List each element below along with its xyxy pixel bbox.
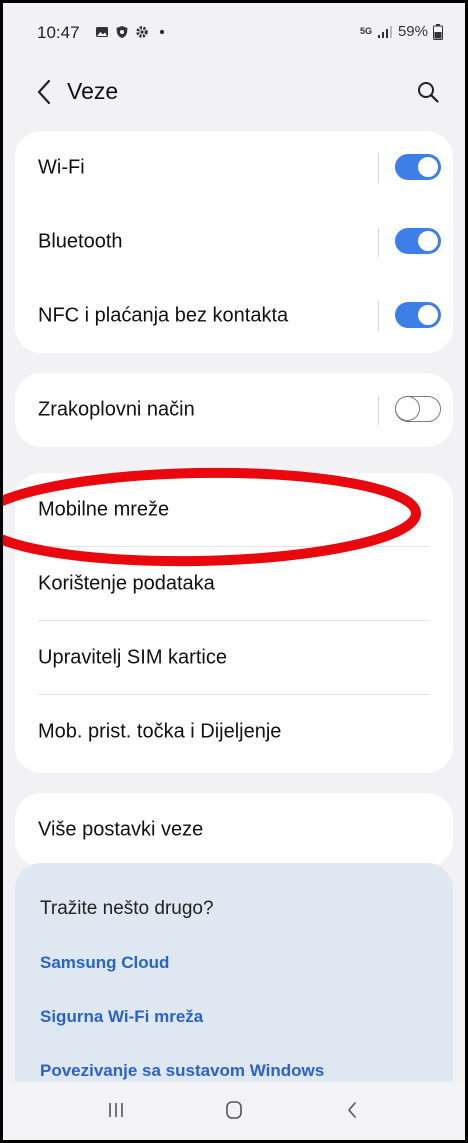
airplane-label: Zrakoplovni način [38, 398, 195, 421]
page-title: Veze [67, 78, 119, 104]
back-button[interactable] [29, 77, 59, 107]
airplane-card: Zrakoplovni način [15, 373, 453, 447]
recent-apps-button[interactable] [96, 1092, 136, 1128]
toggle-knob [416, 303, 440, 327]
back-nav-icon [348, 1102, 356, 1118]
bluetooth-row[interactable]: Bluetooth [15, 205, 453, 279]
nfc-label: NFC i plaćanja bez kontakta [38, 304, 289, 327]
network-card: Mobilne mreže Korištenje podataka Upravi… [15, 473, 453, 773]
wifi-row[interactable]: Wi-Fi [15, 131, 453, 205]
gear-icon [136, 26, 148, 38]
link-secure-wifi[interactable]: Sigurna Wi-Fi mreža [40, 1007, 203, 1027]
more-settings-label: Više postavki veze [38, 818, 204, 841]
toggle-knob [416, 229, 440, 253]
navigation-bar [3, 1082, 465, 1140]
settings-screen: 10:47 5G 59% Veze Wi-Fi Bluetooth NFC i … [3, 3, 465, 1140]
toggle-knob [395, 396, 420, 421]
status-time: 10:47 [37, 23, 80, 42]
row-divider [378, 395, 379, 425]
bluetooth-toggle[interactable] [395, 228, 441, 254]
row-divider [378, 301, 379, 331]
battery-percent: 59% [397, 23, 428, 40]
chevron-left-icon [37, 79, 51, 105]
row-divider [378, 227, 379, 257]
mobile-networks-label: Mobilne mreže [38, 498, 170, 521]
battery-icon [433, 23, 443, 40]
row-divider [378, 153, 379, 183]
status-bar: 10:47 5G 59% [3, 3, 465, 61]
bluetooth-label: Bluetooth [38, 230, 123, 253]
sim-manager-label: Upravitelj SIM kartice [38, 646, 227, 669]
home-icon [226, 1101, 242, 1119]
back-nav-button[interactable] [332, 1092, 372, 1128]
wifi-toggle[interactable] [395, 154, 441, 180]
network-type: 5G [359, 26, 372, 36]
nfc-toggle[interactable] [395, 302, 441, 328]
signal-icon [377, 25, 392, 38]
list-item-hotspot[interactable]: Mob. prist. točka i Dijeljenje [15, 695, 453, 769]
dot-icon [159, 29, 165, 35]
shield-icon [116, 26, 128, 38]
toggle-knob [416, 155, 440, 179]
hotspot-label: Mob. prist. točka i Dijeljenje [38, 720, 282, 743]
list-item-sim-manager[interactable]: Upravitelj SIM kartice [15, 621, 453, 695]
app-header: Veze [3, 63, 465, 123]
link-windows-connection[interactable]: Povezivanje sa sustavom Windows [40, 1061, 324, 1081]
nfc-row[interactable]: NFC i plaćanja bez kontakta [15, 279, 453, 353]
gallery-icon [96, 27, 108, 37]
list-item-mobile-networks[interactable]: Mobilne mreže [15, 473, 453, 547]
link-samsung-cloud[interactable]: Samsung Cloud [40, 953, 169, 973]
search-icon [418, 82, 439, 103]
wifi-label: Wi-Fi [38, 156, 85, 179]
home-button[interactable] [214, 1092, 254, 1128]
airplane-toggle[interactable] [395, 396, 441, 422]
connections-card: Wi-Fi Bluetooth NFC i plaćanja bez konta… [15, 131, 453, 353]
list-item-more-settings[interactable]: Više postavki veze [15, 793, 453, 867]
data-usage-label: Korištenje podataka [38, 572, 215, 595]
list-item-data-usage[interactable]: Korištenje podataka [15, 547, 453, 621]
recent-apps-icon [109, 1103, 123, 1117]
more-card: Više postavki veze [15, 793, 453, 867]
airplane-row[interactable]: Zrakoplovni način [15, 373, 453, 447]
status-right: 5G 59% [360, 23, 443, 40]
search-button[interactable] [411, 75, 445, 109]
status-icons-left [95, 25, 169, 39]
suggestions-title: Tražite nešto drugo? [40, 898, 214, 919]
